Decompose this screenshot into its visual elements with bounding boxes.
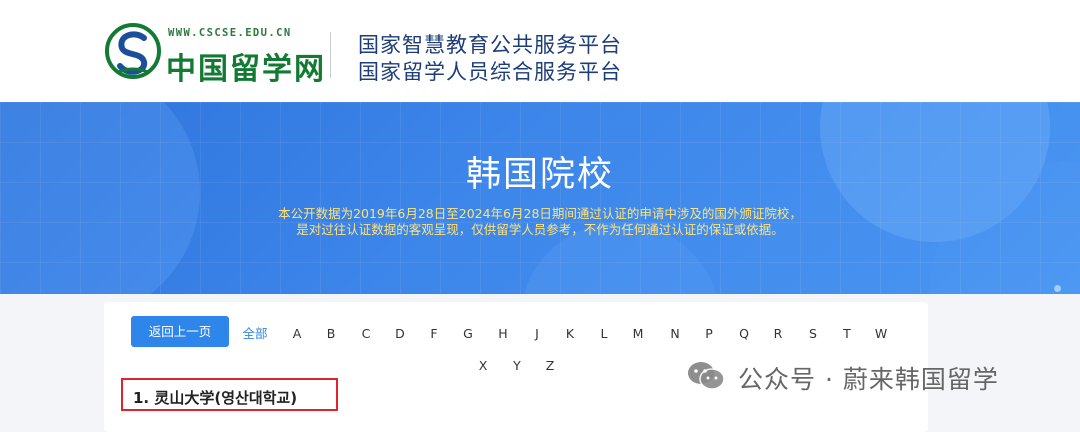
school-list-item-highlight[interactable]: 1. 灵山大学(영산대학교) (121, 378, 338, 411)
filter-letter-j[interactable]: J (528, 326, 546, 342)
filter-letter-g[interactable]: G (459, 326, 477, 342)
filter-letter-r[interactable]: R (769, 326, 787, 342)
filter-letter-l[interactable]: L (595, 326, 613, 342)
logo-url-text: WWW.CSCSE.EDU.CN (168, 27, 292, 39)
wechat-icon (688, 362, 725, 390)
filter-letter-t[interactable]: T (838, 326, 856, 342)
filter-letter-z[interactable]: Z (541, 358, 559, 374)
back-button[interactable]: 返回上一页 (131, 316, 229, 347)
filter-letter-n[interactable]: N (666, 326, 684, 342)
page-title: 韩国院校 (465, 155, 614, 195)
filter-letter-a[interactable]: A (288, 326, 306, 342)
header-divider (330, 32, 331, 78)
filter-letter-x[interactable]: X (474, 358, 492, 374)
filter-letter-h[interactable]: H (494, 326, 512, 342)
logo-name[interactable]: 中国留学网 (166, 44, 326, 88)
filter-letter-s[interactable]: S (804, 326, 822, 342)
filter-letter-f[interactable]: F (425, 326, 443, 342)
filter-letter-p[interactable]: P (700, 326, 718, 342)
filter-letter-w[interactable]: W (872, 326, 890, 342)
platform-title-2: 国家留学人员综合服务平台 (358, 60, 622, 84)
filter-letter-k[interactable]: K (561, 326, 579, 342)
filter-letter-y[interactable]: Y (508, 358, 526, 374)
school-name[interactable]: 1. 灵山大学(영산대학교) (133, 387, 297, 408)
banner-description-line2: 是对过往认证数据的客观呈现，仅供留学人员参考，不作为任何通过认证的保证或依据。 (296, 222, 784, 237)
filter-all[interactable]: 全部 (240, 326, 270, 342)
filter-letter-b[interactable]: B (322, 326, 340, 342)
banner-decor-dot (1054, 285, 1061, 292)
school-index: 1. (133, 389, 150, 407)
platform-title-1: 国家智慧教育公共服务平台 (358, 33, 622, 57)
filter-letter-d[interactable]: D (391, 326, 409, 342)
site-header: WWW.CSCSE.EDU.CN 中国留学网 国家智慧教育公共服务平台 国家留学… (0, 0, 1080, 102)
filter-letter-q[interactable]: Q (735, 326, 753, 342)
filter-letter-c[interactable]: C (357, 326, 375, 342)
cscse-logo-icon[interactable] (104, 22, 162, 80)
school-title[interactable]: 灵山大学(영산대학교) (154, 389, 297, 407)
filter-letter-m[interactable]: M (629, 326, 647, 342)
hero-banner: 韩国院校 本公开数据为2019年6月28日至2024年6月28日期间通过认证的申… (0, 102, 1080, 294)
watermark-text: 公众号 · 蔚来韩国留学 (738, 365, 999, 394)
banner-decor-circle (0, 102, 200, 294)
